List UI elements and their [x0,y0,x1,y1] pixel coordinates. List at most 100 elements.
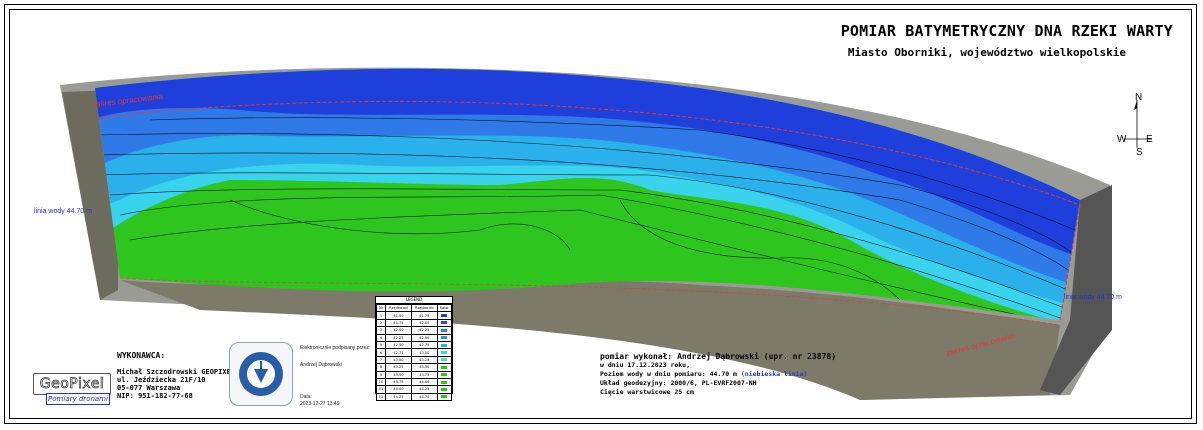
legend-cell-from: 42.25 [384,333,412,342]
legend-header-color: Kolor [436,303,453,313]
signature-date-label: Data: [300,394,312,400]
signature-seal-icon [229,342,293,406]
legend-cell-to: 44.00 [410,377,438,387]
legend-table: Nr Rzędna od Rzędna do Kolor 1 41.50 41.75… [376,303,453,402]
legend-cell-nr: 11 [376,385,386,394]
water-line-label-left: linia wody 44.70 m [34,208,92,215]
legend-cell-color [436,333,453,342]
legend-cell-color [436,370,453,379]
survey-date: w dniu 17.12.2023 roku, [600,361,691,369]
legend-swatch [441,373,448,377]
legend-cell-nr: 7 [376,355,386,365]
legend-row: 9 43.50 43.75 [376,370,453,379]
legend-cell-to: 44.70 [410,392,438,402]
legend-cell-to: 42.00 [410,318,438,328]
legend-cell-from: 44.25 [384,392,412,402]
logo-text: GeoPixel [33,373,111,395]
legend-cell-nr: 9 [376,370,386,379]
legend-row: 7 43.00 43.25 [376,355,453,365]
contractor-heading: WYKONAWCA: [117,351,166,360]
legend-cell-color [436,392,453,402]
legend-swatch [441,343,448,347]
contractor-city: 05-077 Warszawa [117,384,181,392]
legend-swatch [441,336,448,340]
legend-row: 10 43.75 44.00 [376,377,453,387]
legend-cell-from: 43.25 [384,363,412,372]
logo-subtitle: Pomiary dronami [46,393,110,405]
legend-cell-nr: 6 [376,348,386,357]
legend-cell-from: 43.75 [384,377,412,387]
legend-cell-from: 42.75 [384,348,412,357]
legend-row: 12 44.25 44.70 [376,392,453,402]
legend-cell-color [436,340,453,350]
legend-cell-nr: 12 [376,392,386,402]
legend-cell-color [436,363,453,372]
legend-cell-from: 41.75 [384,318,412,328]
water-level-text: Poziom wody w dniu pomiaru: 44.70 m [600,370,737,378]
contractor-nip: NIP: 951-182-77-68 [117,392,193,400]
signature-date: 2023-12-27 13:49 [300,401,340,407]
legend-cell-color [436,377,453,387]
legend-row: 8 43.25 43.50 [376,363,453,372]
legend-cell-color [436,311,453,320]
legend-swatch [441,314,448,318]
legend-cell-to: 44.25 [410,385,438,394]
legend-cell-nr: 8 [376,363,386,372]
legend-cell-to: 43.25 [410,355,438,365]
legend-swatch [441,365,448,369]
legend-cell-from: 42.50 [384,340,412,350]
legend-cell-to: 42.50 [410,333,438,342]
legend-cell-color [436,348,453,357]
contractor-street: ul. Jeździecka 21F/10 [117,376,206,384]
survey-water-level: Poziom wody w dniu pomiaru: 44.70 m (nie… [600,370,836,379]
legend-header-nr: Nr [376,303,386,313]
legend-row: 11 44.00 44.25 [376,385,453,394]
legend-row: 6 42.75 43.00 [376,348,453,357]
coordinate-system: Układ geodezyjny: 2000/6, PL-EVRF2007-NH [600,379,757,387]
legend-cell-from: 43.00 [384,355,412,365]
legend-swatch [441,321,448,325]
signature-label: Elektronicznie podpisany przez: [300,345,371,351]
legend-cell-from: 44.00 [384,385,412,394]
legend-cell-nr: 2 [376,318,386,328]
survey-info: pomiar wykonał: Andrzej Dąbrowski (upr. … [600,352,836,397]
legend-cell-to: 42.25 [410,326,438,335]
legend-swatch [441,358,448,362]
legend-swatch [441,351,448,355]
legend-cell-nr: 1 [376,311,386,320]
legend-cell-color [436,318,453,328]
legend-cell-from: 43.50 [384,370,412,379]
legend-cell-to: 41.75 [410,311,438,320]
legend-row: 3 42.00 42.25 [376,326,453,335]
legend-cell-to: 43.00 [410,348,438,357]
legend-title: LEGEND [376,297,452,304]
contractor-details: Michał Szczodrowski GEOPIXEL ul. Jeździe… [117,368,235,400]
signature-name: Andrzej Dąbrowski [300,362,342,368]
geopixel-logo: GeoPixel Pomiary dronami [32,373,112,405]
legend-cell-to: 42.75 [410,340,438,350]
legend-cell-nr: 5 [376,340,386,350]
water-line-label-right: linia wody 44.70 m [1064,294,1122,301]
legend-cell-color [436,385,453,394]
contractor-name: Michał Szczodrowski GEOPIXEL [117,368,236,376]
legend-row: 2 41.75 42.00 [376,318,453,328]
legend-cell-nr: 4 [376,333,386,342]
legend-swatch [441,380,448,384]
contour-interval: Cięcie warstwicowe 25 cm [600,388,694,396]
legend-swatch [441,395,448,399]
legend-swatch [441,328,448,332]
legend-cell-from: 41.50 [384,311,412,320]
survey-performer: pomiar wykonał: Andrzej Dąbrowski (upr. … [600,352,837,361]
legend-cell-to: 43.75 [410,370,438,379]
north-arrow: N S E W [1112,90,1162,160]
legend-header-row: Nr Rzędna od Rzędna do Kolor [376,303,453,313]
legend-header-to: Rzędna do [410,303,438,313]
legend-row: 4 42.25 42.50 [376,333,453,342]
legend-cell-color [436,355,453,365]
legend-cell-to: 43.50 [410,363,438,372]
legend-header-from: Rzędna od [384,303,412,313]
depth-legend: LEGEND Nr Rzędna od Rzędna do Kolor 1 41.… [375,296,453,402]
legend-cell-nr: 10 [376,377,386,387]
water-level-note: (niebieska linia) [740,370,808,378]
legend-cell-from: 42.00 [384,326,412,335]
